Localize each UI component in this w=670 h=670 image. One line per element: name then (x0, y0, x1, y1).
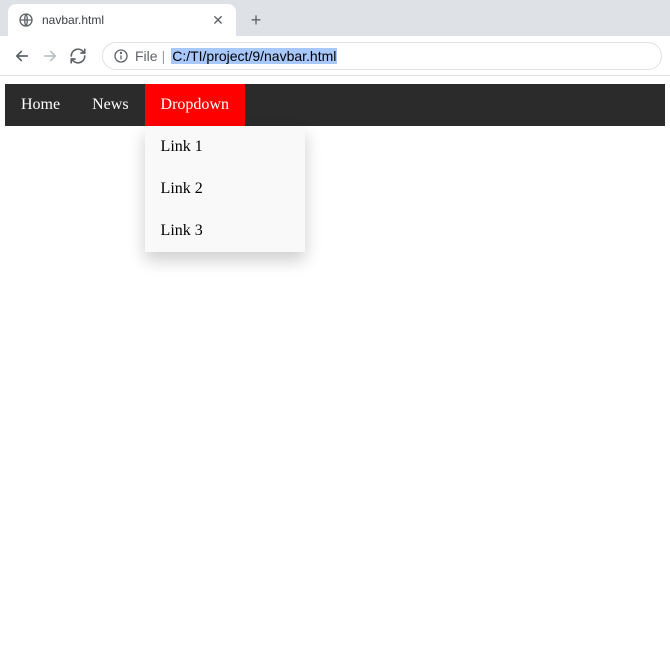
nav-item-label: Home (21, 96, 60, 114)
dropdown-link[interactable]: Link 2 (145, 168, 305, 210)
dropdown-menu: Link 1 Link 2 Link 3 (145, 126, 305, 252)
back-button[interactable] (8, 42, 36, 70)
dropdown-link-label: Link 2 (161, 180, 203, 197)
browser-tab-strip: navbar.html ✕ + (0, 0, 670, 36)
new-tab-button[interactable]: + (242, 6, 270, 34)
nav-item-label: Dropdown (161, 96, 229, 114)
url-separator: | (162, 48, 166, 64)
url-text: C:/TI/project/9/navbar.html (171, 48, 337, 64)
nav-item-home[interactable]: Home (5, 84, 76, 126)
nav-item-dropdown[interactable]: Dropdown Link 1 Link 2 Link 3 (145, 84, 245, 126)
dropdown-link-label: Link 3 (161, 222, 203, 239)
reload-button[interactable] (64, 42, 92, 70)
dropdown-link-label: Link 1 (161, 138, 203, 155)
close-icon[interactable]: ✕ (210, 12, 226, 28)
nav-item-label: News (92, 96, 128, 114)
tab-title: navbar.html (42, 13, 210, 27)
nav-item-news[interactable]: News (76, 84, 144, 126)
globe-icon (18, 12, 34, 28)
address-bar[interactable]: File | C:/TI/project/9/navbar.html (102, 42, 662, 70)
dropdown-link[interactable]: Link 1 (145, 126, 305, 168)
navbar: Home News Dropdown Link 1 Link 2 Link 3 (5, 84, 665, 126)
info-icon (113, 48, 129, 64)
url-scheme-label: File (135, 48, 158, 64)
forward-button[interactable] (36, 42, 64, 70)
dropdown-link[interactable]: Link 3 (145, 210, 305, 252)
browser-toolbar: File | C:/TI/project/9/navbar.html (0, 36, 670, 76)
page-content: Home News Dropdown Link 1 Link 2 Link 3 (0, 84, 670, 126)
browser-tab[interactable]: navbar.html ✕ (8, 4, 236, 36)
